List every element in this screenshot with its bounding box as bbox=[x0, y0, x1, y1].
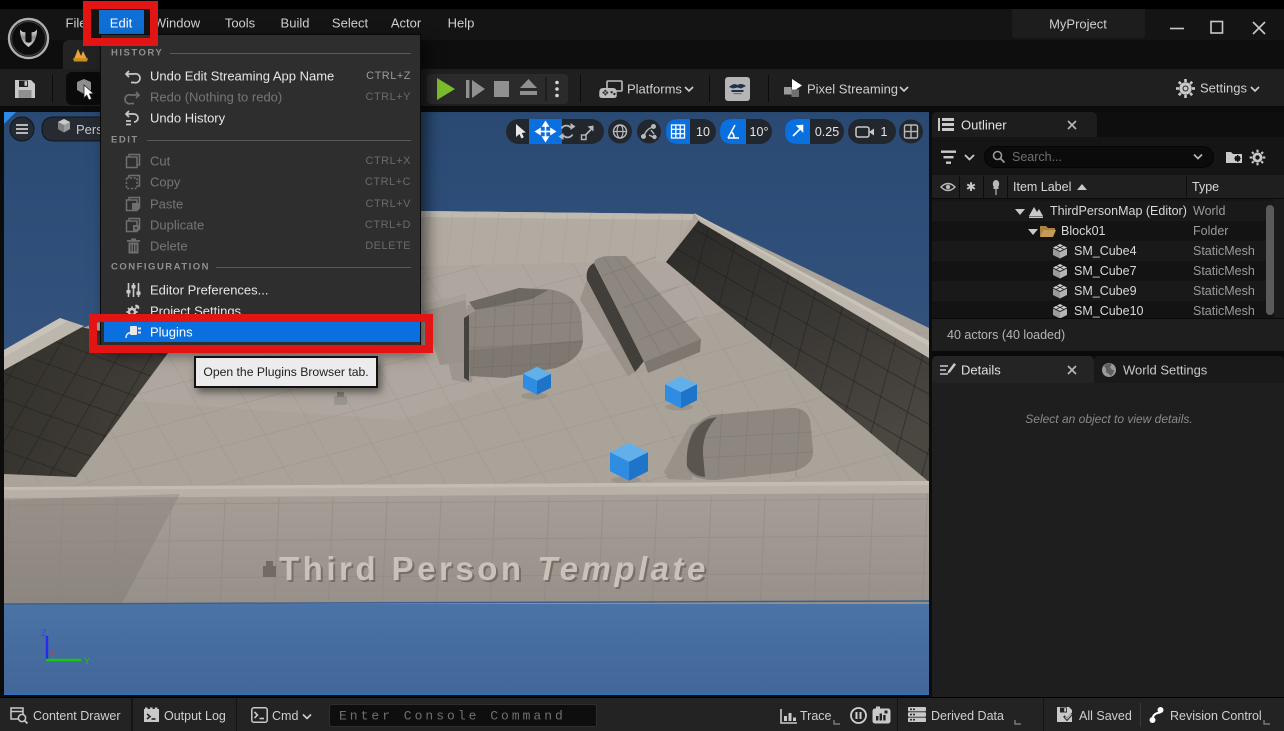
svg-text:0.25: 0.25 bbox=[815, 125, 839, 139]
svg-text:Z: Z bbox=[41, 628, 47, 638]
svg-text:1: 1 bbox=[881, 125, 888, 139]
svg-text:Third Person Template: Third Person Template bbox=[279, 550, 709, 587]
svg-text:x: x bbox=[50, 649, 54, 658]
svg-text:10: 10 bbox=[696, 125, 710, 139]
svg-text:Y: Y bbox=[84, 656, 90, 666]
svg-text:10°: 10° bbox=[750, 125, 769, 139]
